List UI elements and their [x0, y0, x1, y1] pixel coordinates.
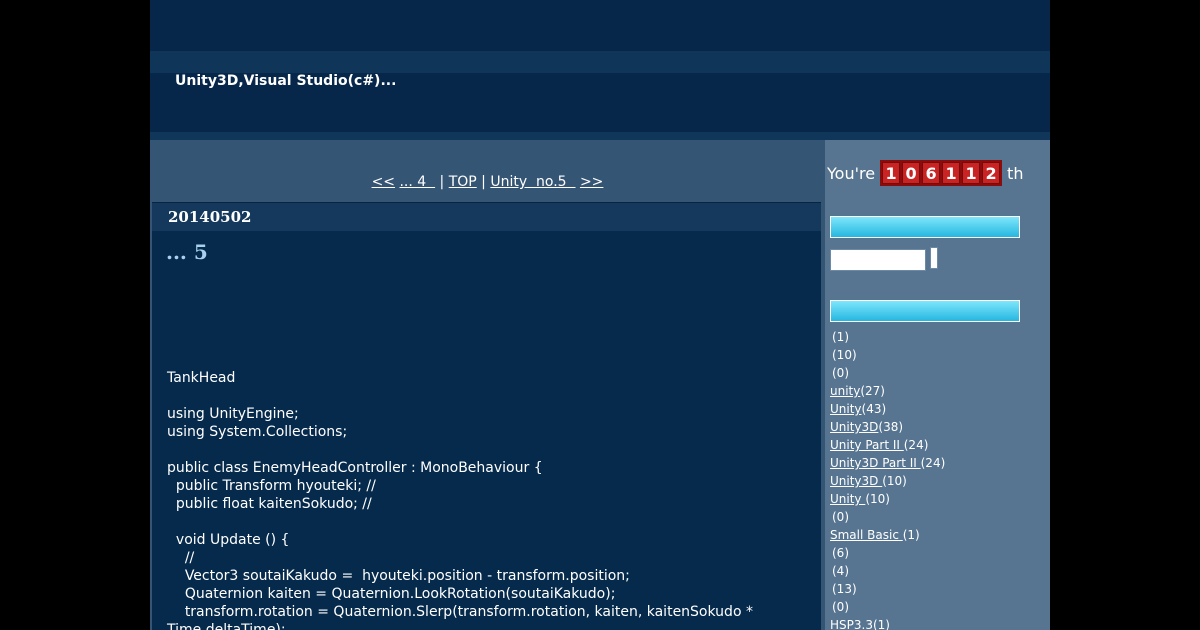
counter-digit: 1	[962, 162, 981, 184]
list-item: ​(10)	[830, 346, 945, 364]
pager-next-link[interactable]: Unity no.5	[490, 174, 575, 190]
entry-date: 20140502	[168, 208, 252, 226]
category-count: (43)	[861, 402, 887, 416]
category-count: (0)	[832, 600, 849, 614]
category-link[interactable]: Small Basic	[830, 528, 903, 542]
category-count: (0)	[832, 366, 849, 380]
category-link[interactable]: Unity3D Part II	[830, 456, 921, 470]
search-button[interactable]	[930, 247, 938, 269]
list-item: Unity3D(38)	[830, 418, 945, 436]
category-count: (1)	[872, 618, 890, 630]
category-count: (10)	[865, 492, 890, 506]
entry-date-bar: 20140502	[152, 202, 821, 231]
category-count: (0)	[832, 510, 849, 524]
pager-first-link[interactable]: <<	[372, 174, 395, 190]
category-list: ​(1) ​(10) ​(0) unity(27) Unity(43) Unit…	[830, 328, 945, 630]
category-link[interactable]: Unity3D	[830, 420, 878, 434]
counter-suffix: th	[1007, 163, 1024, 183]
site-description: Unity3D,Visual Studio(c#)...	[175, 73, 397, 89]
header-band	[150, 51, 1050, 73]
counter-digit: 1	[882, 162, 901, 184]
category-count: (27)	[860, 384, 885, 398]
category-link[interactable]: Unity	[830, 402, 862, 416]
counter-digit: 2	[982, 162, 1001, 184]
category-link[interactable]: unity	[830, 384, 860, 398]
pager-prev-link[interactable]: ... 4	[399, 174, 435, 190]
list-item: ​(4)	[830, 562, 945, 580]
blog-entry: 20140502 ... 5 TankHead using UnityEngin…	[152, 202, 821, 630]
counter-digits: 1 0 6 1 1 2	[880, 160, 1003, 186]
list-item: ​(13)	[830, 580, 945, 598]
list-item: Unity3D Part II (24)	[830, 454, 945, 472]
page: Unity3D,Visual Studio(c#)... << ... 4 | …	[150, 0, 1050, 630]
list-item: unity(27)	[830, 382, 945, 400]
sidebar-section-header	[830, 216, 1020, 238]
category-link[interactable]: Unity	[830, 492, 865, 506]
category-count: (24)	[903, 438, 929, 452]
entry-pager: << ... 4 | TOP | Unity no.5 >>	[150, 174, 825, 190]
category-count: (10)	[882, 474, 907, 488]
list-item: ​(6)	[830, 544, 945, 562]
list-item: Unity Part II (24)	[830, 436, 945, 454]
category-count: (1)	[902, 528, 920, 542]
list-item: ​(0)	[830, 364, 945, 382]
list-item: Small Basic (1)	[830, 526, 945, 544]
category-count: (24)	[920, 456, 946, 470]
category-count: (10)	[832, 348, 857, 362]
pager-last-link[interactable]: >>	[580, 174, 603, 190]
category-link[interactable]: Unity Part II	[830, 438, 904, 452]
category-count: (38)	[878, 420, 904, 434]
sidebar: You're 1 0 6 1 1 2 th ​(1) ​(10) ​(0) un…	[825, 140, 1050, 630]
main-column: << ... 4 | TOP | Unity no.5 >> 20140502 …	[150, 140, 825, 630]
list-item: Unity(43)	[830, 400, 945, 418]
category-link[interactable]: Unity3D	[830, 474, 882, 488]
header-divider	[150, 132, 1050, 140]
counter-digit: 6	[922, 162, 941, 184]
entry-title[interactable]: ... 5	[166, 240, 208, 264]
sidebar-section-header	[830, 300, 1020, 322]
pager-separator: |	[435, 174, 449, 190]
category-count: (1)	[832, 330, 849, 344]
counter-digit: 0	[902, 162, 921, 184]
category-count: (6)	[832, 546, 849, 560]
pager-top-link[interactable]: TOP	[449, 174, 477, 190]
counter-digit: 1	[942, 162, 961, 184]
category-count: (13)	[832, 582, 857, 596]
list-item: Unity (10)	[830, 490, 945, 508]
category-link[interactable]: HSP3.3	[830, 618, 873, 630]
search-input[interactable]	[830, 249, 926, 271]
visitor-counter: You're 1 0 6 1 1 2 th	[827, 160, 1023, 186]
counter-prefix: You're	[827, 163, 876, 183]
list-item: ​(1)	[830, 328, 945, 346]
header: Unity3D,Visual Studio(c#)...	[150, 0, 1050, 140]
list-item: ​(0)	[830, 598, 945, 616]
entry-body: TankHead using UnityEngine; using System…	[167, 370, 753, 630]
list-item: Unity3D (10)	[830, 472, 945, 490]
pager-separator: |	[476, 174, 491, 190]
category-count: (4)	[832, 564, 849, 578]
list-item: HSP3.3(1)	[830, 616, 945, 630]
list-item: ​(0)	[830, 508, 945, 526]
